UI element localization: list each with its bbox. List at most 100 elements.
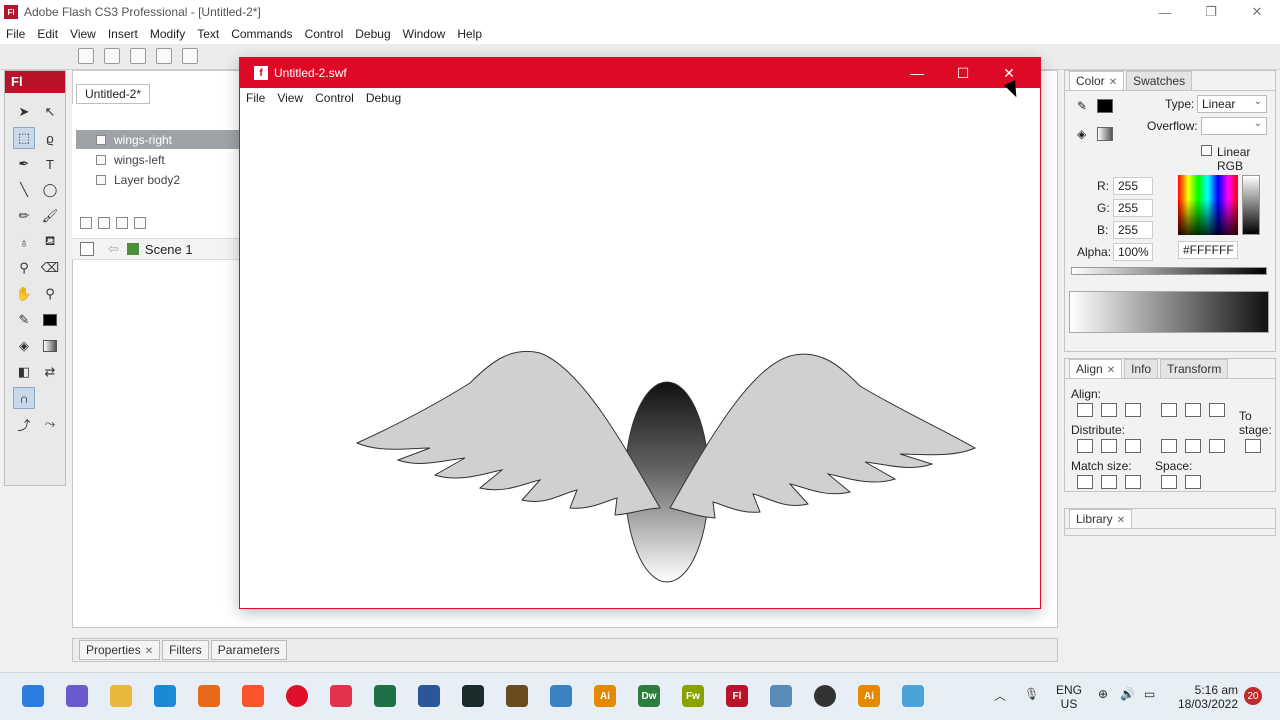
align-bottom-icon[interactable] — [1209, 403, 1225, 417]
swf-menu-control[interactable]: Control — [309, 91, 360, 105]
distribute-top-icon[interactable] — [1077, 439, 1093, 453]
media-player-icon[interactable] — [462, 685, 484, 707]
edge-icon[interactable] — [154, 685, 176, 707]
restore-button[interactable]: ❐ — [1188, 0, 1234, 24]
tab-filters[interactable]: Filters — [162, 640, 209, 660]
insert-folder-icon[interactable] — [116, 217, 128, 229]
network-icon[interactable]: ⊕ — [1098, 687, 1108, 701]
color-spectrum[interactable] — [1178, 175, 1238, 235]
notepad-icon[interactable] — [550, 685, 572, 707]
fill-color-swatch[interactable] — [39, 335, 61, 357]
menu-debug[interactable]: Debug — [349, 27, 396, 41]
close-button[interactable]: ✕ — [1234, 0, 1280, 24]
layer-row-body2[interactable]: Layer body2 — [76, 170, 240, 189]
distribute-right-icon[interactable] — [1209, 439, 1225, 453]
r-input[interactable]: 255 — [1113, 177, 1153, 195]
swap-colors-icon[interactable]: ⇄ — [39, 361, 61, 383]
paint-bucket-tool-icon[interactable]: ⛾ — [39, 231, 61, 253]
swf-maximize-button[interactable]: ☐ — [940, 58, 986, 88]
menu-help[interactable]: Help — [451, 27, 488, 41]
to-stage-icon[interactable] — [1245, 439, 1261, 453]
illustrator-icon[interactable]: Ai — [594, 685, 616, 707]
fill-color-icon[interactable]: ◈ — [13, 335, 35, 357]
hand-tool-icon[interactable]: ✋ — [13, 283, 35, 305]
subselection-tool-icon[interactable]: ↖ — [39, 101, 61, 123]
tab-color[interactable]: Color ✕ — [1069, 71, 1125, 90]
distribute-bottom-icon[interactable] — [1125, 439, 1141, 453]
g-input[interactable]: 255 — [1113, 199, 1153, 217]
vivaldi-icon[interactable] — [330, 685, 352, 707]
overflow-select[interactable]: ⌄ — [1201, 117, 1267, 135]
distribute-left-icon[interactable] — [1161, 439, 1177, 453]
add-motion-guide-icon[interactable] — [98, 217, 110, 229]
menu-file[interactable]: File — [0, 27, 31, 41]
dreamweaver-icon[interactable]: Dw — [638, 685, 660, 707]
settings-app-icon[interactable] — [66, 685, 88, 707]
microphone-icon[interactable]: 🎙 — [1024, 687, 1039, 701]
menu-view[interactable]: View — [64, 27, 102, 41]
swf-menu-view[interactable]: View — [271, 91, 309, 105]
eyedropper-tool-icon[interactable]: ⚲ — [13, 257, 35, 279]
menu-insert[interactable]: Insert — [102, 27, 144, 41]
minimize-button[interactable]: — — [1142, 0, 1188, 24]
distribute-vcenter-icon[interactable] — [1101, 439, 1117, 453]
align-left-icon[interactable] — [1077, 403, 1093, 417]
zoom-tool-icon[interactable]: ⚲ — [39, 283, 61, 305]
snap-magnet-icon[interactable]: ∩ — [13, 387, 35, 409]
menu-window[interactable]: Window — [397, 27, 452, 41]
swf-menu-debug[interactable]: Debug — [360, 91, 407, 105]
swf-menu-file[interactable]: File — [240, 91, 271, 105]
battery-icon[interactable]: ▭ — [1144, 687, 1155, 701]
menu-text[interactable]: Text — [191, 27, 225, 41]
match-both-icon[interactable] — [1125, 475, 1141, 489]
space-horizontal-icon[interactable] — [1185, 475, 1201, 489]
tab-parameters[interactable]: Parameters — [210, 640, 287, 660]
align-right-icon[interactable] — [1125, 403, 1141, 417]
menu-modify[interactable]: Modify — [144, 27, 191, 41]
gradient-definition-bar[interactable] — [1071, 267, 1267, 275]
menu-commands[interactable]: Commands — [225, 27, 298, 41]
pen-tool-icon[interactable]: ✒ — [13, 153, 35, 175]
document-tab[interactable]: Untitled-2* — [76, 84, 151, 104]
chevron-up-icon[interactable]: ︿ — [994, 687, 1006, 704]
stroke-swatch[interactable] — [1097, 99, 1113, 113]
brightness-slider[interactable] — [1242, 175, 1260, 235]
flash-icon[interactable]: Fl — [726, 685, 748, 707]
hex-input[interactable]: #FFFFFF — [1178, 241, 1238, 259]
pencil-tool-icon[interactable]: ✏ — [13, 205, 35, 227]
straighten-icon[interactable]: ⤳ — [39, 413, 61, 435]
tab-swatches[interactable]: Swatches — [1126, 71, 1193, 90]
control-panel-icon[interactable] — [902, 685, 924, 707]
selection-tool-icon[interactable]: ➤ — [13, 101, 35, 123]
black-white-icon[interactable]: ◧ — [13, 361, 35, 383]
word-icon[interactable] — [418, 685, 440, 707]
delete-layer-icon[interactable] — [134, 217, 146, 229]
line-tool-icon[interactable]: ╲ — [13, 179, 35, 201]
tab-transform[interactable]: Transform — [1160, 359, 1229, 378]
tab-properties[interactable]: Properties ✕ — [79, 640, 161, 660]
scene-name[interactable]: Scene 1 — [145, 242, 193, 257]
match-height-icon[interactable] — [1101, 475, 1117, 489]
file-explorer-icon[interactable] — [110, 685, 132, 707]
distribute-hcenter-icon[interactable] — [1185, 439, 1201, 453]
stroke-color-icon[interactable]: ✎ — [13, 309, 35, 331]
align-vcenter-icon[interactable] — [1185, 403, 1201, 417]
open-folder-icon[interactable] — [104, 48, 120, 64]
align-hcenter-icon[interactable] — [1101, 403, 1117, 417]
free-transform-tool-icon[interactable]: ⬚ — [13, 127, 35, 149]
type-select[interactable]: Linear ⌄ — [1197, 95, 1267, 113]
tab-info[interactable]: Info — [1124, 359, 1159, 378]
menu-control[interactable]: Control — [299, 27, 350, 41]
s-app-icon[interactable] — [506, 685, 528, 707]
print-icon[interactable] — [182, 48, 198, 64]
opera-icon[interactable] — [286, 685, 308, 707]
eraser-tool-icon[interactable]: ⌫ — [39, 257, 61, 279]
insert-layer-icon[interactable] — [80, 217, 92, 229]
stroke-pencil-icon[interactable]: ✎ — [1077, 99, 1093, 113]
photos-icon[interactable] — [770, 685, 792, 707]
fill-swatch[interactable] — [1097, 127, 1113, 141]
obs-icon[interactable] — [814, 685, 836, 707]
tab-library[interactable]: Library ✕ — [1069, 509, 1133, 528]
layer-row-wings-right[interactable]: wings-right — [76, 130, 240, 149]
smooth-icon[interactable]: ⤴ — [13, 413, 35, 435]
